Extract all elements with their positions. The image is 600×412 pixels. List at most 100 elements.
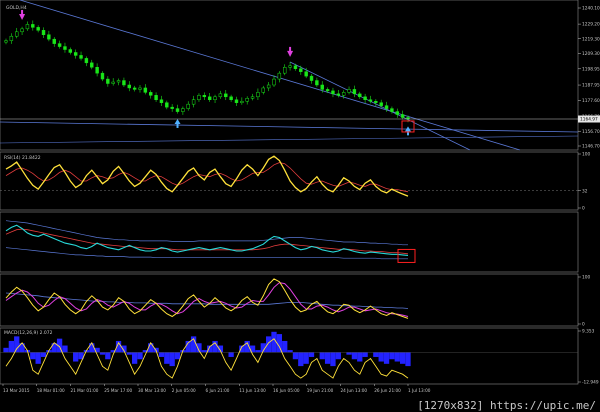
macd-bar <box>346 352 352 355</box>
time-tick-label: 16 Jun 05:00 <box>273 388 300 393</box>
macd-panel-frame <box>0 327 579 385</box>
macd-axis: 9.353 -12.949 <box>578 329 599 386</box>
candle-body <box>368 99 373 102</box>
candle-body <box>15 31 19 37</box>
macd-bar <box>201 350 207 353</box>
macd-bar <box>362 352 368 357</box>
time-tick-label: 18 Mar 01:00 <box>37 388 65 393</box>
candle-body <box>400 114 405 118</box>
candle-body <box>122 80 126 86</box>
time-tick-label: 6 Jun 21:00 <box>206 388 230 393</box>
candle-body <box>84 58 89 64</box>
candle-body <box>73 52 78 56</box>
macd-bar <box>389 352 395 360</box>
price-axis-tick-label: 1209.30 <box>582 51 600 57</box>
watermark: [1270x832] https://upic.me/ <box>415 399 598 412</box>
candle-body <box>90 62 94 68</box>
candle-body <box>256 92 260 98</box>
stoch-panel[interactable]: 100 0 <box>0 273 590 328</box>
price-axis-tick-label: 1146.70 <box>582 144 600 150</box>
time-tick-label: 25 Mar 17:00 <box>104 388 132 393</box>
macd-bar <box>99 352 106 355</box>
candle-body <box>47 34 51 40</box>
time-tick-label: 21 Mar 01:00 <box>71 388 99 393</box>
macd-bar <box>319 352 325 360</box>
candle-body <box>218 93 223 98</box>
price-panel-frame <box>0 0 579 151</box>
candle-body <box>202 95 207 98</box>
candle-body <box>331 90 335 95</box>
candle-body <box>191 99 196 105</box>
candle-body <box>245 98 249 102</box>
macd-bar <box>378 352 384 362</box>
macd-bar <box>394 352 400 362</box>
macd-bar <box>164 352 170 364</box>
up-arrow-stem <box>176 122 179 128</box>
candle-body <box>309 75 314 81</box>
price-axis-tick-label: 1156.70 <box>582 129 600 135</box>
candle-body <box>347 89 351 93</box>
macd-bar <box>126 352 132 355</box>
rsi-axis: 100 32 0 <box>578 152 590 212</box>
macd-panel[interactable]: MACD(12,26,9) 2.072 9.353 -12.949 <box>0 327 599 386</box>
price-axis: 1240.10 1229.20 1219.30 1209.30 1198.95 1187.… <box>578 6 600 150</box>
candle-body <box>41 30 46 35</box>
macd-bar <box>3 347 9 353</box>
candle-body <box>277 72 282 80</box>
macd-bar <box>255 350 261 353</box>
price-axis-tick-label: 1229.20 <box>582 22 600 28</box>
time-axis: 13 Mar 2015 18 Mar 01:00 21 Mar 01:00 25 Ma… <box>2 384 431 393</box>
candle-body <box>111 81 115 84</box>
macd-bar <box>303 352 309 364</box>
macd-bar <box>158 352 165 357</box>
rsi-axis-tick-label: 100 <box>582 152 590 158</box>
candle-body <box>154 95 158 101</box>
candle-body <box>207 96 212 101</box>
time-tick-label: 11 Jun 13:00 <box>239 388 266 393</box>
rsi-axis-tick-label: 32 <box>582 188 588 194</box>
up-arrow-stem <box>407 130 409 136</box>
macd-bar <box>324 352 331 364</box>
candle-body <box>116 80 121 83</box>
candle-body <box>363 96 367 101</box>
macd-bar <box>8 340 15 353</box>
macd-bar <box>282 340 288 353</box>
time-tick-label: 30 Mar 13:00 <box>138 388 166 393</box>
candle-body <box>36 27 40 31</box>
macd-bar <box>105 352 111 360</box>
stoch-axis-tick-label: 0 <box>582 322 585 328</box>
time-tick-label: 1 Jul 13:00 <box>408 388 431 393</box>
candle-body <box>352 89 357 95</box>
candle-body <box>384 105 389 109</box>
candle-body <box>261 87 265 93</box>
candle-body <box>95 66 99 74</box>
candle-body <box>325 89 330 92</box>
candle-body <box>170 106 174 109</box>
macd-bar <box>373 352 379 357</box>
time-tick-label: 19 Jun 21:00 <box>307 388 334 393</box>
candle-body <box>186 103 190 109</box>
macd-bar <box>40 352 47 357</box>
price-axis-tick-label: 1187.95 <box>582 83 600 89</box>
macd-bar <box>383 352 390 364</box>
candle-body <box>390 108 394 112</box>
candle-body <box>9 35 14 41</box>
candle-body <box>197 95 201 101</box>
time-tick-label: 2 Jun 05:00 <box>172 388 196 393</box>
rsi-panel[interactable]: RSI(14) 21.8422 100 32 0 <box>0 152 590 212</box>
candle-body <box>25 24 30 30</box>
candle-body <box>266 84 271 89</box>
bands-panel[interactable] <box>0 211 579 273</box>
candle-body <box>138 87 142 90</box>
candle-body <box>159 99 164 103</box>
candle-body <box>100 72 105 80</box>
macd-bar <box>62 345 68 353</box>
macd-bar <box>30 352 36 360</box>
price-panel[interactable]: GOLD,H4 1240.10 1229.20 1219.30 1209.30 1198… <box>0 0 600 151</box>
current-price-value: 1164.97 <box>580 117 598 123</box>
macd-bar <box>131 352 138 364</box>
candle-body <box>240 100 244 103</box>
macd-axis-tick-label: -12.949 <box>582 380 599 386</box>
candle-body <box>224 93 228 98</box>
rsi-axis-tick-label: 0 <box>582 206 585 212</box>
